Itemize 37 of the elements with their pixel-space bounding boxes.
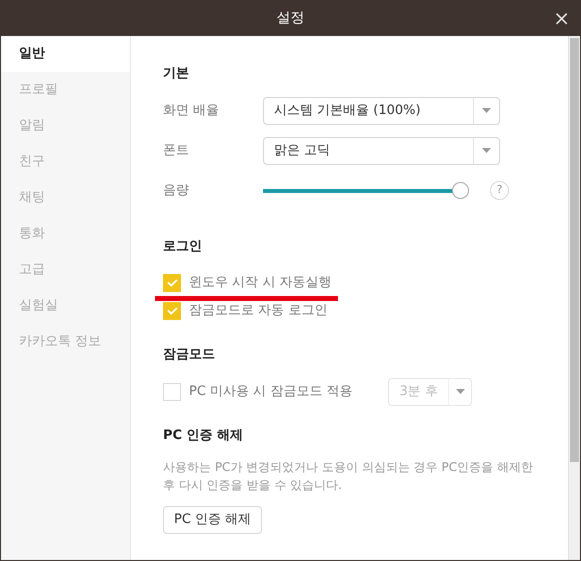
section-heading: PC 인증 해제 <box>163 426 244 444</box>
sidebar-item[interactable]: 실험실 <box>1 288 130 324</box>
setting-label: 화면 배율 <box>163 102 220 120</box>
checkmark-icon <box>166 279 178 287</box>
dropdown[interactable]: 시스템 기본배율 (100%) <box>263 96 500 124</box>
sidebar-item[interactable]: 채팅 <box>1 180 130 216</box>
close-button[interactable]: × <box>553 8 570 28</box>
caret-icon <box>456 389 465 394</box>
checkbox[interactable] <box>163 382 181 400</box>
checkbox[interactable] <box>163 302 181 320</box>
pc-auth-release-button[interactable]: PC 인증 해제 <box>163 506 262 534</box>
sidebar-item[interactable]: 친구 <box>1 144 130 180</box>
checkbox[interactable] <box>163 274 181 292</box>
dropdown[interactable]: 맑은 고딕 <box>263 136 500 164</box>
checkbox-label: 윈도우 시작 시 자동실행 <box>189 274 332 292</box>
setting-label: 음량 <box>163 182 190 200</box>
checkbox-label: 잠금모드로 자동 로그인 <box>189 302 328 320</box>
setting-label: 폰트 <box>163 142 190 160</box>
help-button[interactable]: ? <box>490 181 509 200</box>
volume-slider[interactable] <box>263 182 469 200</box>
section-heading: 기본 <box>163 65 190 83</box>
sidebar-item[interactable]: 일반 <box>1 36 130 72</box>
sidebar-item[interactable]: 알림 <box>1 108 130 144</box>
section-heading: 로그인 <box>163 238 203 256</box>
sidebar-item[interactable]: 카카오톡 정보 <box>1 324 130 360</box>
checkbox-label: PC 미사용 시 잠금모드 적용 <box>189 382 352 401</box>
caret-icon <box>482 148 491 153</box>
window-title: 설정 <box>276 9 304 28</box>
scrollbar[interactable] <box>568 36 580 560</box>
sidebar-item[interactable]: 통화 <box>1 216 130 252</box>
section-heading: 잠금모드 <box>163 346 216 364</box>
slider-thumb[interactable] <box>452 182 469 198</box>
checkmark-icon <box>166 307 178 315</box>
sidebar-item[interactable]: 고급 <box>1 252 130 288</box>
description-text: 사용하는 PC가 변경되었거나 도용이 의심되는 경우 PC인증을 해제한 후 다시 인증을 받을 수 있습니다. <box>163 459 534 494</box>
caret-icon <box>482 108 491 113</box>
sidebar-item[interactable]: 프로필 <box>1 72 130 108</box>
